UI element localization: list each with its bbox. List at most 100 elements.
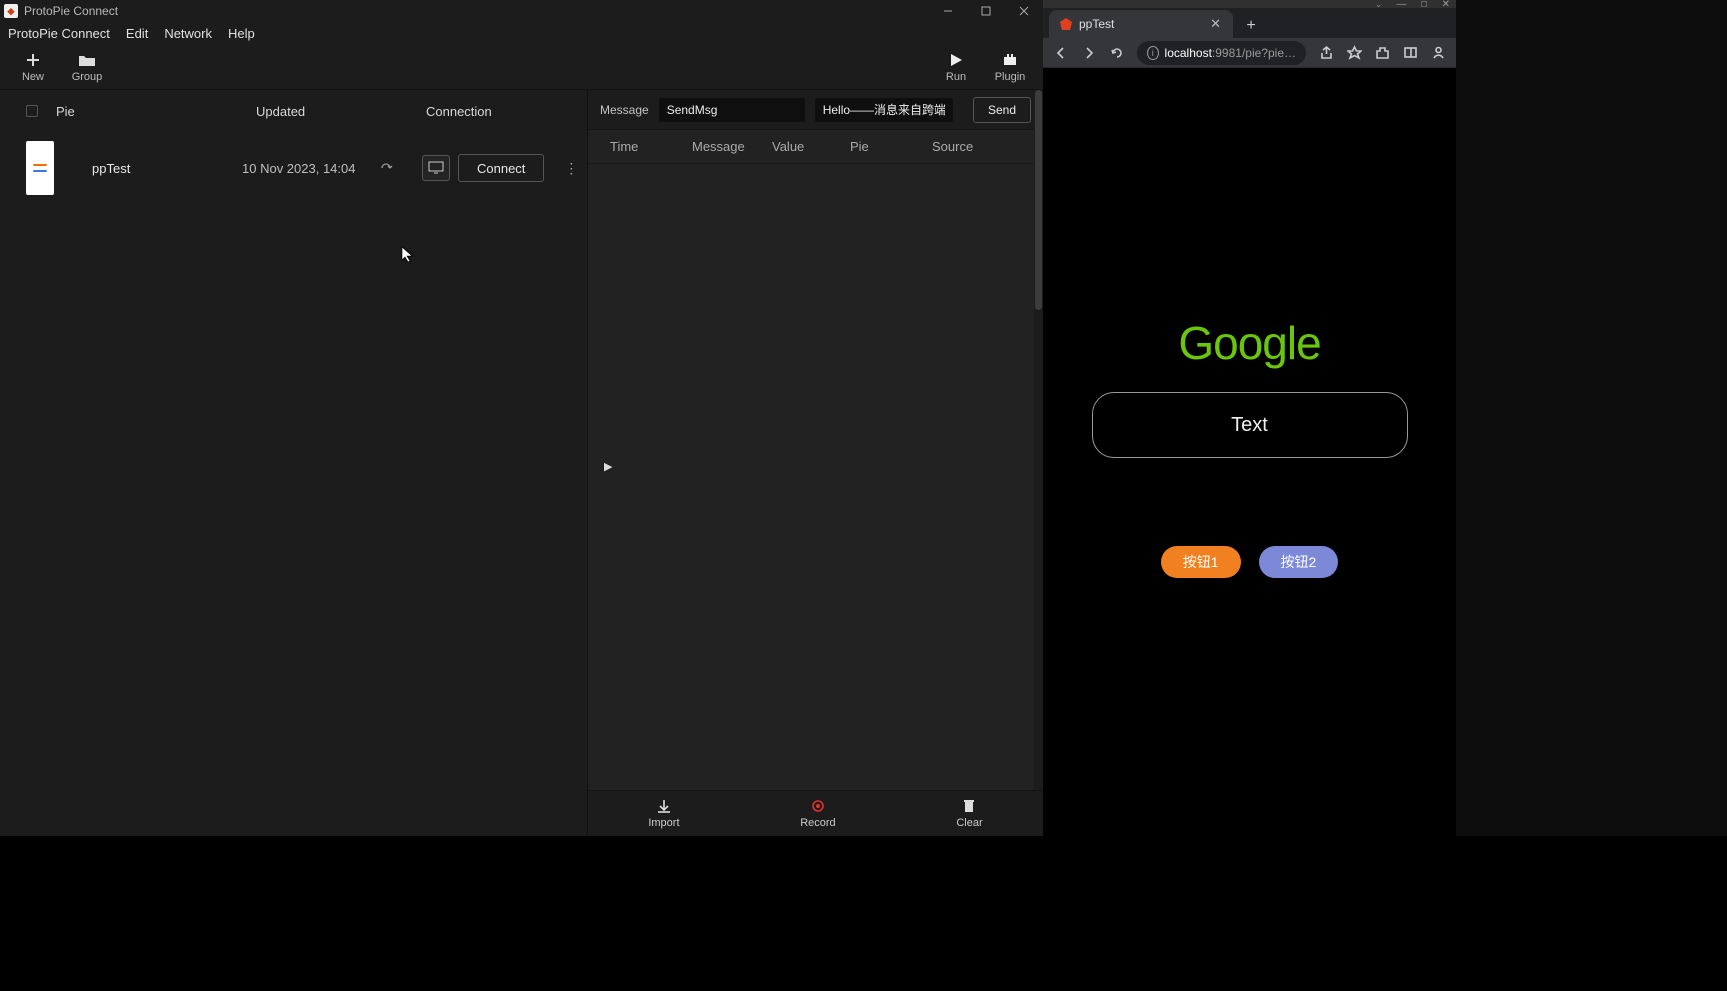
list-item[interactable]: ppTest 10 Nov 2023, 14:04 Connect ⋮	[0, 132, 587, 204]
record-button[interactable]: Record	[800, 798, 835, 829]
desktop-blank-area	[0, 836, 1727, 991]
new-label: New	[22, 71, 44, 83]
trash-icon	[963, 798, 975, 814]
group-button[interactable]: Group	[60, 44, 114, 90]
button-2[interactable]: 按钮2	[1259, 546, 1339, 578]
browser-toolbar: i localhost:9981/pie?pie…	[1043, 38, 1456, 68]
url-path: :9981/pie?pie…	[1212, 46, 1296, 60]
browser-close-button[interactable]: ✕	[1442, 0, 1450, 10]
pie-thumbnail	[26, 141, 54, 195]
share-button[interactable]	[1314, 41, 1338, 65]
extensions-button[interactable]	[1370, 41, 1394, 65]
log-bottom-actions: Import Record Clear	[588, 790, 1043, 836]
log-header-time: Time	[610, 139, 692, 154]
text-display-box: Text	[1092, 392, 1408, 458]
clear-label: Clear	[956, 817, 982, 829]
message-value-input[interactable]	[815, 98, 953, 122]
message-name-input[interactable]	[659, 98, 805, 122]
nav-back-button[interactable]	[1049, 41, 1073, 65]
browser-tabstrip: ppTest ✕ +	[1043, 8, 1456, 38]
row-more-button[interactable]: ⋮	[558, 160, 583, 177]
record-label: Record	[800, 817, 835, 829]
panel-expand-caret[interactable]: ▶	[604, 460, 612, 473]
log-header-source: Source	[932, 139, 1021, 154]
button-1[interactable]: 按钮1	[1161, 546, 1241, 578]
site-info-icon[interactable]: i	[1147, 46, 1159, 60]
menu-edit[interactable]: Edit	[118, 24, 156, 43]
text-display-value: Text	[1231, 414, 1268, 437]
log-panel: Message Send Time Message Value Pie Sour…	[588, 90, 1043, 836]
browser-tab[interactable]: ppTest ✕	[1049, 10, 1233, 38]
play-icon	[946, 51, 966, 69]
pie-name: ppTest	[92, 161, 242, 176]
app-logo-icon: ◆	[4, 4, 18, 18]
nav-reload-button[interactable]	[1105, 41, 1129, 65]
browser-frame-top: ⌄ — ☐ ✕	[1043, 0, 1456, 8]
bookmark-button[interactable]	[1342, 41, 1366, 65]
nav-forward-button[interactable]	[1077, 41, 1101, 65]
window-controls	[929, 0, 1043, 22]
select-all-checkbox[interactable]	[26, 105, 38, 117]
chevron-down-icon[interactable]: ⌄	[1375, 0, 1383, 10]
pie-list-panel: Pie Updated Connection ppTest 10 Nov 202…	[0, 90, 588, 836]
run-label: Run	[946, 71, 966, 83]
log-header-value: Value	[772, 139, 850, 154]
pie-updated: 10 Nov 2023, 14:04	[242, 161, 372, 176]
plugin-button[interactable]: Plugin	[983, 44, 1037, 90]
titlebar: ◆ ProtoPie Connect	[0, 0, 1043, 22]
folder-icon	[77, 51, 97, 69]
header-connection: Connection	[426, 104, 587, 119]
plugin-label: Plugin	[995, 71, 1026, 83]
plus-icon	[23, 51, 43, 69]
button-row: 按钮1 按钮2	[1161, 546, 1339, 578]
menubar: ProtoPie Connect Edit Network Help	[0, 22, 1043, 44]
minimize-button[interactable]	[929, 0, 967, 22]
header-pie: Pie	[56, 104, 256, 119]
monitor-icon	[428, 161, 444, 175]
vertical-scrollbar[interactable]	[1034, 90, 1043, 790]
list-header-row: Pie Updated Connection	[0, 90, 587, 132]
scrollbar-thumb[interactable]	[1035, 90, 1042, 310]
import-icon	[657, 798, 671, 814]
log-header-row: Time Message Value Pie Source	[588, 130, 1043, 164]
menu-app[interactable]: ProtoPie Connect	[0, 24, 118, 43]
mouse-cursor-icon	[402, 247, 414, 268]
message-send-bar: Message Send	[588, 90, 1043, 130]
browser-minimize-button[interactable]: —	[1396, 0, 1406, 10]
plugin-icon	[1000, 51, 1020, 69]
display-button[interactable]	[422, 155, 450, 181]
menu-network[interactable]: Network	[156, 24, 220, 43]
tab-favicon-icon	[1059, 17, 1073, 31]
group-label: Group	[72, 71, 103, 83]
page-viewport: Google Text 按钮1 按钮2	[1043, 68, 1456, 836]
clear-button[interactable]: Clear	[956, 798, 982, 829]
browser-window: ⌄ — ☐ ✕ ppTest ✕ + i localhost:9981/pie?…	[1043, 0, 1456, 836]
menu-help[interactable]: Help	[220, 24, 263, 43]
import-label: Import	[648, 817, 679, 829]
sync-icon	[378, 160, 394, 176]
log-header-pie: Pie	[850, 139, 932, 154]
send-button[interactable]: Send	[973, 97, 1031, 123]
record-icon	[811, 798, 825, 814]
new-tab-button[interactable]: +	[1239, 14, 1263, 38]
maximize-button[interactable]	[967, 0, 1005, 22]
message-label: Message	[600, 103, 649, 117]
url-host: localhost	[1165, 46, 1212, 60]
url-input[interactable]: i localhost:9981/pie?pie…	[1137, 41, 1306, 65]
connect-button[interactable]: Connect	[458, 154, 544, 182]
tab-title: ppTest	[1079, 17, 1208, 31]
new-button[interactable]: New	[6, 44, 60, 90]
run-button[interactable]: Run	[929, 44, 983, 90]
browser-maximize-button[interactable]: ☐	[1420, 0, 1427, 9]
log-body: ▶	[588, 164, 1043, 790]
header-updated: Updated	[256, 104, 426, 119]
tab-close-button[interactable]: ✕	[1208, 16, 1223, 32]
window-title: ProtoPie Connect	[24, 4, 118, 18]
panel-button[interactable]	[1398, 41, 1422, 65]
import-button[interactable]: Import	[648, 798, 679, 829]
profile-button[interactable]	[1426, 41, 1450, 65]
close-button[interactable]	[1005, 0, 1043, 22]
main-toolbar: New Group Run Plugin	[0, 44, 1043, 90]
log-header-message: Message	[692, 139, 772, 154]
protopie-connect-window: ◆ ProtoPie Connect ProtoPie Connect Edit…	[0, 0, 1043, 836]
